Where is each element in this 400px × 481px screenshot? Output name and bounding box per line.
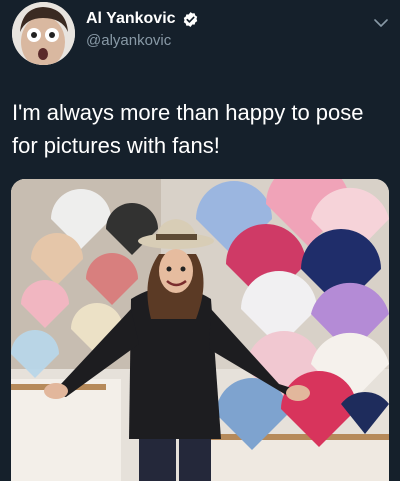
- verified-badge-icon: [182, 11, 199, 28]
- tweet-photo[interactable]: [11, 179, 389, 481]
- tweet-text: I'm always more than happy to pose for p…: [12, 100, 364, 158]
- chevron-down-icon[interactable]: [372, 14, 390, 32]
- user-handle[interactable]: @alyankovic: [86, 31, 199, 51]
- fan-display-photo: [11, 179, 389, 481]
- user-names: Al Yankovic @alyankovic: [86, 9, 199, 51]
- display-name-row: Al Yankovic: [86, 9, 199, 29]
- avatar-image: [12, 2, 75, 65]
- profile-avatar[interactable]: [12, 2, 75, 65]
- display-name[interactable]: Al Yankovic: [86, 9, 176, 29]
- tweet-header: Al Yankovic @alyankovic: [0, 0, 400, 80]
